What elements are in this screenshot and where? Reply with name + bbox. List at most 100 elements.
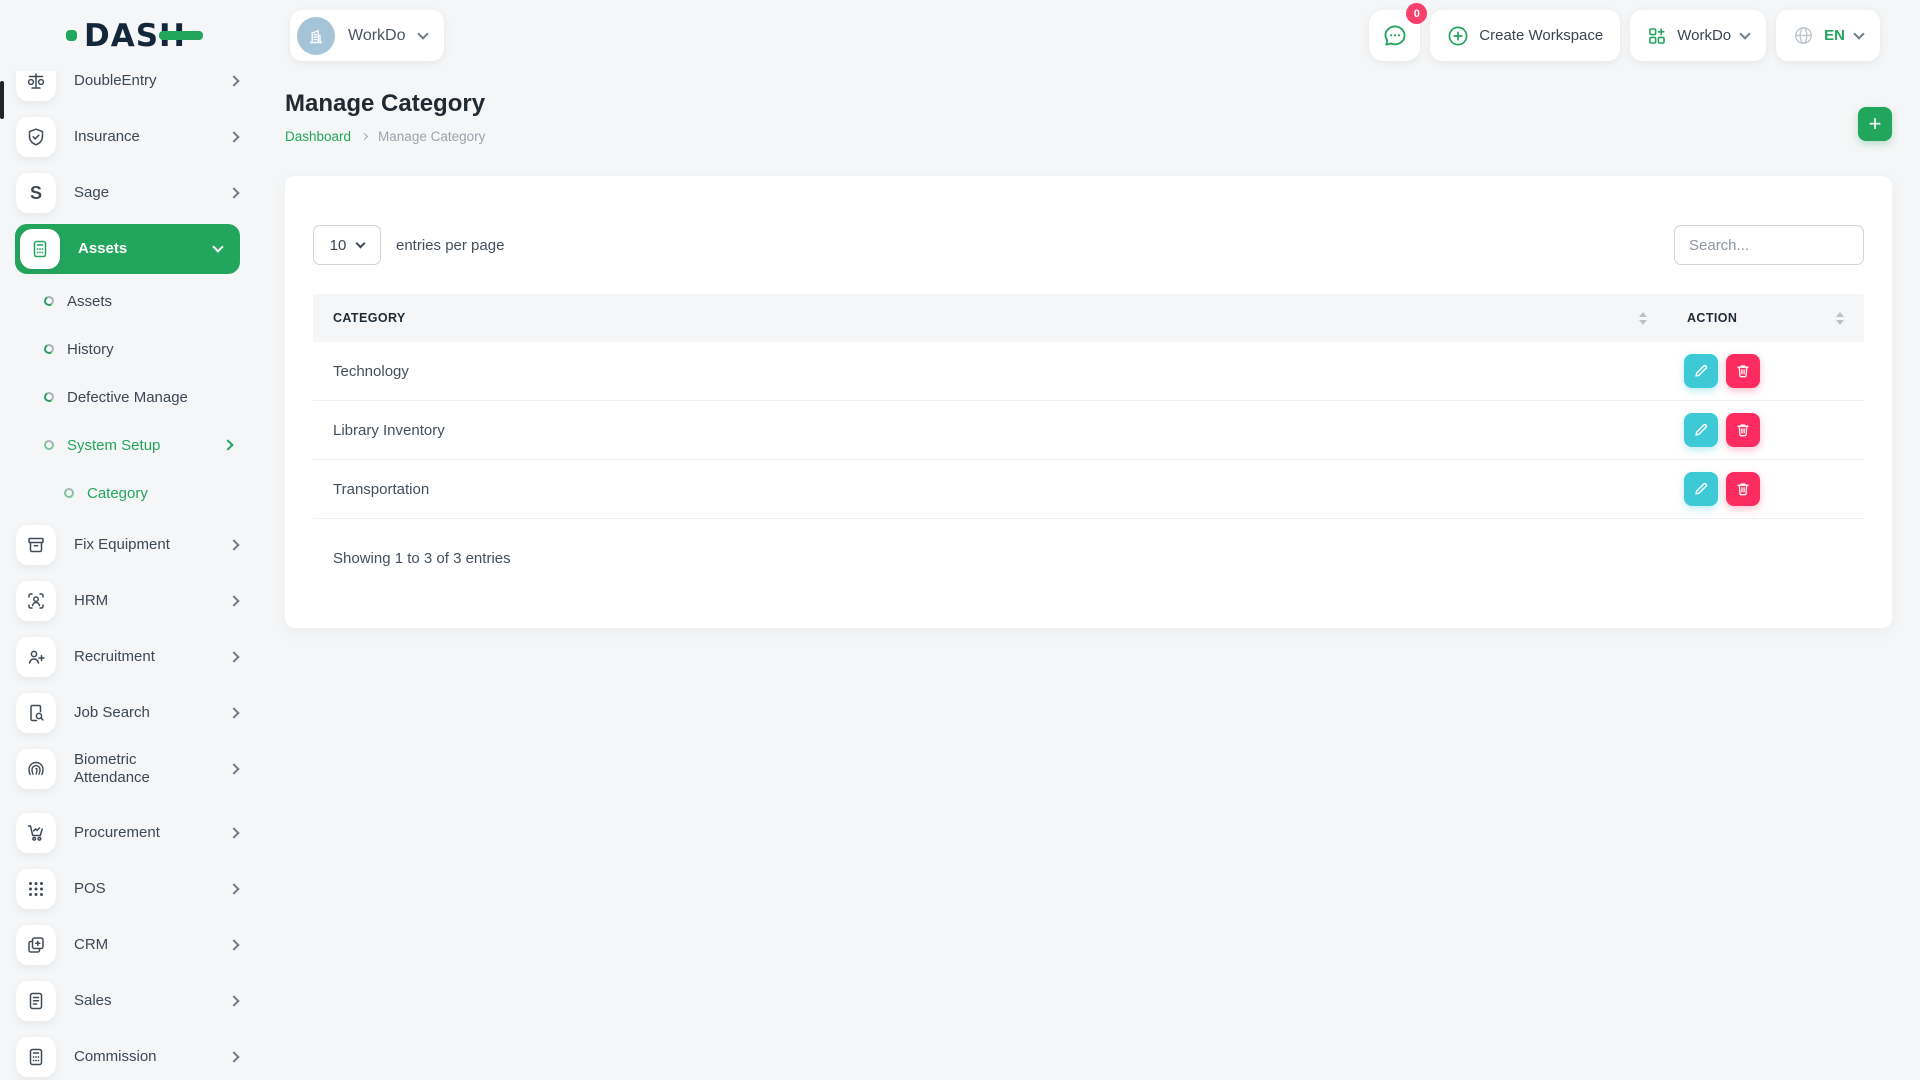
pencil-icon bbox=[1693, 363, 1709, 379]
logo-dash-icon bbox=[159, 31, 203, 40]
chevron-down-icon bbox=[1739, 28, 1750, 39]
sidebar-subitem-label: History bbox=[67, 341, 114, 358]
sidebar-item-sales[interactable]: Sales bbox=[16, 981, 240, 1021]
sidebar-subitem-defective-manage[interactable]: Defective Manage bbox=[0, 373, 258, 421]
column-header-action[interactable]: ACTION bbox=[1659, 294, 1864, 342]
page-head: Manage Category Dashboard Manage Categor… bbox=[258, 71, 1920, 144]
sage-s-icon: S bbox=[16, 173, 56, 213]
chevron-right-icon bbox=[228, 707, 239, 718]
chevron-down-icon bbox=[1853, 28, 1864, 39]
calculator-icon bbox=[20, 229, 60, 269]
chevron-right-icon bbox=[228, 131, 239, 142]
chevron-down-icon bbox=[417, 28, 428, 39]
category-card: 10 entries per page CATEGORY ACTION Tec bbox=[285, 176, 1892, 628]
sidebar-item-label: CRM bbox=[74, 936, 108, 954]
sidebar-item-commission[interactable]: Commission bbox=[16, 1037, 240, 1077]
sidebar-item-fix-equipment[interactable]: Fix Equipment bbox=[16, 525, 240, 565]
shield-check-icon bbox=[16, 117, 56, 157]
entries-per-page-value: 10 bbox=[330, 237, 347, 254]
sort-icon bbox=[1639, 312, 1647, 325]
sidebar-item-label: Sales bbox=[74, 992, 112, 1010]
entries-per-page-label: entries per page bbox=[396, 237, 504, 254]
main-content: Manage Category Dashboard Manage Categor… bbox=[258, 71, 1920, 1080]
chevron-down-icon bbox=[212, 241, 223, 252]
sidebar-subitem-category[interactable]: Category bbox=[0, 469, 258, 517]
edit-button[interactable] bbox=[1684, 354, 1718, 388]
sidebar-scrollbar[interactable] bbox=[0, 81, 4, 119]
plus-circle-icon bbox=[1447, 25, 1469, 47]
chevron-right-icon bbox=[228, 995, 239, 1006]
sidebar-item-pos[interactable]: POS bbox=[16, 869, 240, 909]
sidebar-item-procurement[interactable]: Procurement bbox=[16, 813, 240, 853]
pencil-icon bbox=[1693, 422, 1709, 438]
chevron-right-icon bbox=[228, 75, 239, 86]
category-cell: Transportation bbox=[313, 481, 1659, 498]
sidebar: DoubleEntry Insurance S Sage Assets bbox=[0, 0, 258, 1080]
language-label: EN bbox=[1824, 27, 1845, 44]
add-category-button[interactable]: + bbox=[1858, 107, 1892, 141]
assets-submenu: Assets History Defective Manage System S… bbox=[0, 277, 258, 517]
sidebar-subitem-assets[interactable]: Assets bbox=[0, 277, 258, 325]
bullet-icon bbox=[43, 439, 55, 451]
table-row: Transportation bbox=[313, 460, 1864, 519]
brand-logo[interactable]: DASH bbox=[66, 0, 203, 71]
sidebar-item-job-search[interactable]: Job Search bbox=[16, 693, 240, 733]
pencil-icon bbox=[1693, 481, 1709, 497]
category-cell: Technology bbox=[313, 363, 1659, 380]
workspace-switcher[interactable]: WorkDo bbox=[290, 10, 444, 61]
column-header-category[interactable]: CATEGORY bbox=[313, 294, 1659, 342]
sidebar-item-crm[interactable]: CRM bbox=[16, 925, 240, 965]
edit-button[interactable] bbox=[1684, 472, 1718, 506]
action-cell bbox=[1659, 472, 1864, 506]
chevron-right-icon bbox=[228, 939, 239, 950]
delete-button[interactable] bbox=[1726, 354, 1760, 388]
sidebar-item-biometric-attendance[interactable]: Biometric Attendance bbox=[16, 749, 240, 789]
chevron-right-icon bbox=[228, 651, 239, 662]
table-row: Library Inventory bbox=[313, 401, 1864, 460]
delete-button[interactable] bbox=[1726, 413, 1760, 447]
create-workspace-label: Create Workspace bbox=[1479, 27, 1603, 44]
sidebar-subitem-history[interactable]: History bbox=[0, 325, 258, 373]
sidebar-item-label: Recruitment bbox=[74, 648, 155, 666]
messages-button[interactable]: 0 bbox=[1369, 10, 1420, 61]
sidebar-subitem-system-setup[interactable]: System Setup bbox=[0, 421, 258, 469]
breadcrumb: Dashboard Manage Category bbox=[285, 129, 485, 144]
sidebar-item-label: HRM bbox=[74, 592, 108, 610]
table-header-row: CATEGORY ACTION bbox=[313, 294, 1864, 342]
sidebar-item-insurance[interactable]: Insurance bbox=[16, 117, 240, 157]
sidebar-subitem-label: Category bbox=[87, 485, 148, 502]
chat-icon bbox=[1382, 23, 1408, 49]
sidebar-item-label: Assets bbox=[78, 240, 127, 258]
edit-button[interactable] bbox=[1684, 413, 1718, 447]
notification-badge: 0 bbox=[1406, 3, 1427, 24]
entries-per-page-select[interactable]: 10 bbox=[313, 225, 381, 265]
sidebar-item-hrm[interactable]: HRM bbox=[16, 581, 240, 621]
bullet-icon bbox=[43, 295, 55, 307]
chevron-right-icon bbox=[228, 827, 239, 838]
chevron-right-icon bbox=[228, 763, 239, 774]
page-title: Manage Category bbox=[285, 90, 485, 118]
search-input[interactable] bbox=[1674, 225, 1864, 265]
delete-button[interactable] bbox=[1726, 472, 1760, 506]
sidebar-item-recruitment[interactable]: Recruitment bbox=[16, 637, 240, 677]
grid-plus-icon bbox=[1647, 26, 1667, 46]
bullet-icon bbox=[43, 391, 55, 403]
create-workspace-button[interactable]: Create Workspace bbox=[1430, 10, 1620, 61]
cart-icon bbox=[16, 813, 56, 853]
logo-dot-icon bbox=[66, 30, 77, 41]
sidebar-item-sage[interactable]: S Sage bbox=[16, 173, 240, 213]
language-menu-button[interactable]: EN bbox=[1776, 10, 1880, 61]
chevron-right-icon bbox=[228, 539, 239, 550]
plus-icon: + bbox=[1869, 113, 1882, 135]
sidebar-item-label: Biometric Attendance bbox=[74, 751, 186, 787]
grid-dots-icon bbox=[16, 869, 56, 909]
sidebar-item-assets[interactable]: Assets bbox=[15, 224, 240, 274]
table-row: Technology bbox=[313, 342, 1864, 401]
breadcrumb-dashboard-link[interactable]: Dashboard bbox=[285, 129, 351, 144]
sidebar-subitem-label: System Setup bbox=[67, 437, 160, 454]
archive-icon bbox=[16, 525, 56, 565]
sidebar-item-label: DoubleEntry bbox=[74, 72, 157, 90]
category-cell: Library Inventory bbox=[313, 422, 1659, 439]
chevron-right-icon bbox=[228, 883, 239, 894]
workspace-menu-button[interactable]: WorkDo bbox=[1630, 10, 1766, 61]
